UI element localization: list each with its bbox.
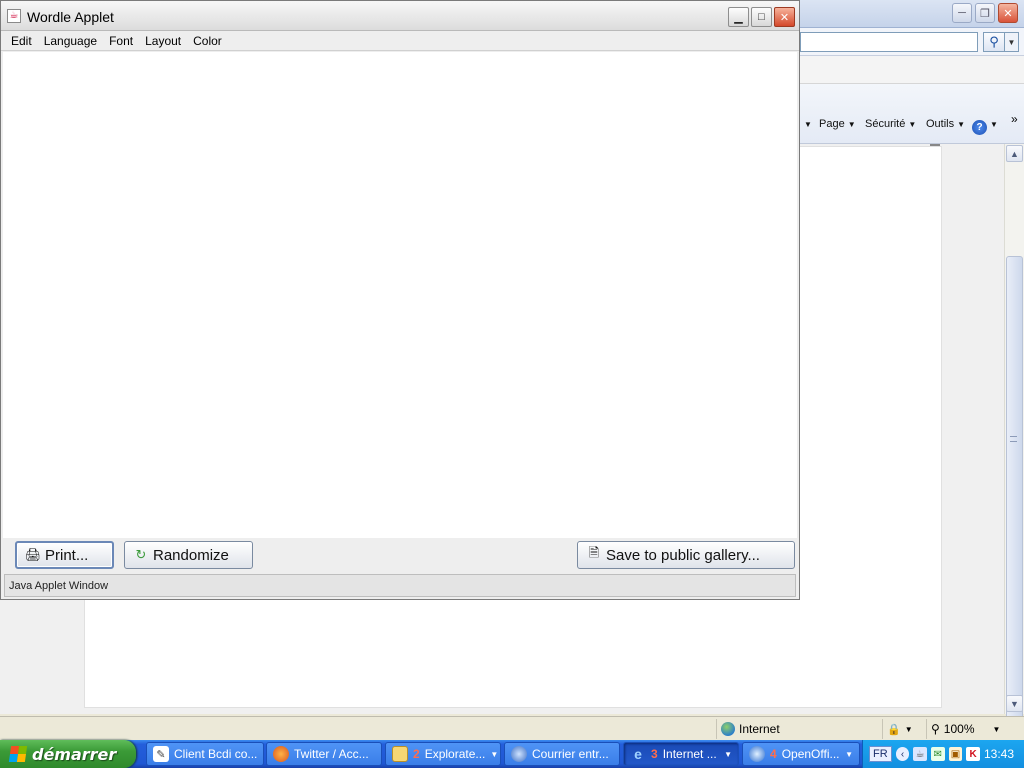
- applet-status-bar: Java Applet Window: [4, 574, 796, 597]
- ie-cmd-tools[interactable]: Outils ▼: [926, 118, 965, 130]
- zoom-dropdown-icon: ▼: [992, 724, 1001, 734]
- chevron-down-icon: ▼: [845, 749, 853, 759]
- taskbar-item-label: OpenOffi...: [781, 747, 840, 761]
- taskbar-item-label: Internet ...: [662, 747, 717, 761]
- clock[interactable]: 13:43: [984, 747, 1014, 761]
- taskbar-item-count: 4: [770, 747, 777, 761]
- ie-zoom-control[interactable]: ⚲ 100% ▼: [926, 719, 1016, 739]
- ie-help-button[interactable]: ? ▼: [972, 118, 998, 135]
- menu-layout[interactable]: Layout: [139, 34, 187, 48]
- print-button[interactable]: 🖨 Print...: [15, 541, 114, 569]
- taskbar-item-mail[interactable]: Courrier entr...: [504, 742, 620, 766]
- menu-color[interactable]: Color: [187, 34, 228, 48]
- language-indicator[interactable]: FR: [869, 746, 892, 762]
- taskbar-item-label: Courrier entr...: [532, 747, 609, 761]
- taskbar-item-internet-explorer[interactable]: e 3 Internet ... ▼: [623, 742, 739, 766]
- ie-zoom-label: 100%: [943, 722, 975, 736]
- taskbar-item-label: Client Bcdi co...: [174, 747, 258, 761]
- save-to-gallery-button[interactable]: 🗎 Save to public gallery...: [577, 541, 795, 569]
- scrollbar-thumb[interactable]: [1006, 256, 1023, 730]
- zoom-icon: ⚲: [931, 722, 940, 736]
- openoffice-icon: [749, 746, 765, 762]
- ie-cmd-page-label: Page: [819, 118, 845, 130]
- applet-title-bar[interactable]: ☕ Wordle Applet ▁ □ ✕: [1, 1, 799, 31]
- wordle-canvas[interactable]: [3, 52, 797, 538]
- scroll-up-icon[interactable]: ▲: [1006, 145, 1023, 162]
- ie-vertical-scrollbar[interactable]: ▲ ▼: [1004, 144, 1024, 730]
- network-tray-icon[interactable]: ▣: [948, 747, 963, 761]
- ie-search-dropdown-icon[interactable]: ▼: [1005, 32, 1019, 52]
- print-button-label: Print...: [45, 546, 89, 564]
- maximize-icon[interactable]: □: [751, 7, 772, 27]
- save-to-gallery-button-label: Save to public gallery...: [606, 546, 760, 564]
- ie-cmd-dropdown-icon[interactable]: ▼: [801, 118, 812, 130]
- ie-icon: e: [634, 746, 642, 762]
- ie-status-zone: Internet: [716, 719, 882, 739]
- ie-cmd-security[interactable]: Sécurité ▼: [865, 118, 916, 130]
- taskbar: démarrer ✎ Client Bcdi co... Twitter / A…: [0, 740, 1024, 768]
- applet-menu-bar: Edit Language Font Layout Color: [1, 31, 799, 51]
- java-icon: ☕: [7, 9, 21, 23]
- taskbar-item-twitter[interactable]: Twitter / Acc...: [266, 742, 382, 766]
- ie-page-divider: [930, 144, 940, 146]
- scroll-down-icon[interactable]: ▼: [1006, 695, 1023, 712]
- close-icon[interactable]: ✕: [774, 7, 795, 27]
- mail-tray-icon[interactable]: ✉: [930, 747, 945, 761]
- chevron-down-icon: ▼: [904, 724, 913, 734]
- ie-search-input[interactable]: [800, 32, 978, 52]
- save-gallery-icon: 🗎: [588, 545, 600, 560]
- randomize-button-label: Randomize: [153, 546, 229, 564]
- taskbar-item-client-bcdi[interactable]: ✎ Client Bcdi co...: [146, 742, 264, 766]
- tray-expand-icon[interactable]: ‹: [895, 747, 910, 761]
- taskbar-item-count: 2: [413, 747, 420, 761]
- ie-cmd-security-label: Sécurité: [865, 118, 906, 130]
- printer-icon: 🖨: [24, 547, 42, 562]
- ie-status-zone-label: Internet: [739, 722, 780, 736]
- antivirus-tray-icon[interactable]: K: [966, 747, 980, 761]
- start-label: démarrer: [32, 744, 117, 764]
- chevron-down-icon: ▼: [490, 749, 499, 759]
- java-tray-icon[interactable]: ☕: [913, 747, 927, 761]
- applet-title: Wordle Applet: [27, 9, 114, 25]
- ie-cmd-page[interactable]: Page ▼: [819, 118, 856, 130]
- applet-status-text: Java Applet Window: [9, 579, 109, 592]
- scrollbar-grip-icon: [1010, 436, 1017, 442]
- thunderbird-icon: [511, 746, 527, 762]
- firefox-icon: [273, 746, 289, 762]
- taskbar-item-explorer[interactable]: 2 Explorate... ▼: [385, 742, 501, 766]
- chevron-down-icon: ▼: [724, 749, 732, 759]
- menu-edit[interactable]: Edit: [5, 34, 38, 48]
- chevron-right-icon[interactable]: »: [1011, 112, 1018, 126]
- ie-minimize-icon[interactable]: ─: [952, 3, 972, 23]
- help-icon: ?: [972, 120, 987, 135]
- ie-cmd-tools-label: Outils: [926, 118, 955, 130]
- lock-icon: 🔒: [887, 723, 901, 736]
- ie-close-icon[interactable]: ✕: [998, 3, 1018, 23]
- taskbar-item-openoffice[interactable]: 4 OpenOffi... ▼: [742, 742, 860, 766]
- minimize-icon[interactable]: ▁: [728, 7, 749, 27]
- randomize-button[interactable]: ↻ Randomize: [124, 541, 253, 569]
- applet-button-row: 🖨 Print... ↻ Randomize 🗎 Save to public …: [1, 538, 799, 572]
- wordle-applet-window: ☕ Wordle Applet ▁ □ ✕ Edit Language Font…: [0, 0, 800, 600]
- taskbar-item-count: 3: [651, 747, 658, 761]
- folder-icon: [392, 746, 408, 762]
- ie-search-icon[interactable]: ⚲: [983, 32, 1005, 52]
- menu-language[interactable]: Language: [38, 34, 103, 48]
- taskbar-item-label: Explorate...: [424, 747, 486, 761]
- menu-font[interactable]: Font: [103, 34, 139, 48]
- refresh-icon: ↻: [135, 547, 147, 562]
- system-tray: FR ‹ ☕ ✉ ▣ K 13:43: [862, 740, 1024, 768]
- ie-status-bar: Internet 🔒 ▼ ⚲ 100% ▼: [0, 716, 1024, 740]
- ie-protected-mode[interactable]: 🔒 ▼: [882, 719, 926, 739]
- globe-icon: [721, 722, 735, 736]
- windows-flag-icon: [8, 746, 28, 762]
- start-button[interactable]: démarrer: [0, 740, 136, 768]
- bcdi-icon: ✎: [153, 746, 169, 762]
- taskbar-item-label: Twitter / Acc...: [294, 747, 369, 761]
- ie-restore-icon[interactable]: ❐: [975, 3, 995, 23]
